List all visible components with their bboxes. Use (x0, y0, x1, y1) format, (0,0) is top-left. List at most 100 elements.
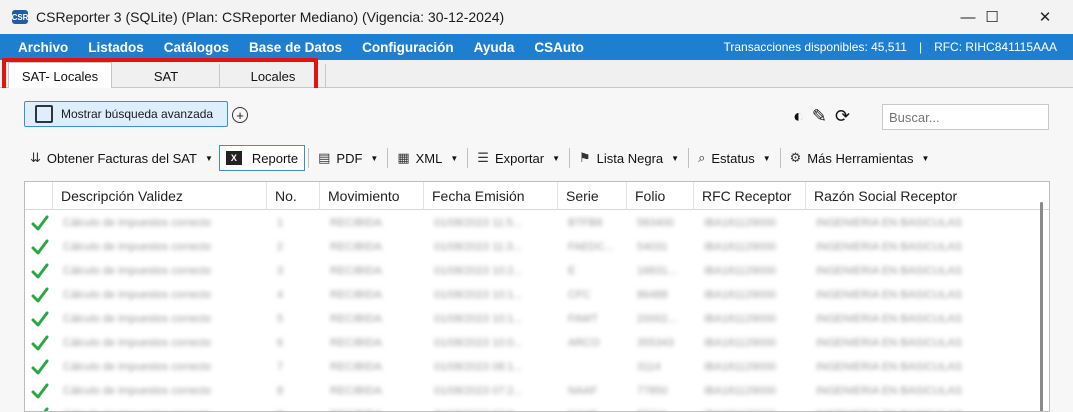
cell-rfc: IBA181129000 (704, 361, 776, 373)
cell-fecha: 01/08/2023 11:5... (434, 217, 522, 229)
cell-desc: Cálculo de impuestos correcto (63, 385, 211, 397)
mas-label: Más Herramientas (807, 150, 914, 166)
view-tools: ◐ ✎ ⟳ (793, 104, 850, 128)
cell-rfc: IBA181129000 (704, 313, 776, 325)
cell-mov: RECIBIDA (330, 241, 382, 253)
advanced-search-button[interactable]: Mostrar búsqueda avanzada (24, 101, 228, 127)
toolbar: ⇊ Obtener Facturas del SAT ▼ X Reporte ▤… (24, 144, 935, 172)
chevron-down-icon: ▼ (450, 153, 459, 163)
header-rfc-receptor[interactable]: RFC Receptor (694, 182, 806, 210)
cell-folio: 77850 (637, 385, 668, 397)
cell-mov: RECIBIDA (330, 289, 382, 301)
toolbar-divider (308, 148, 310, 168)
cell-razon: INGENIERIA EN BASICULAS (816, 217, 963, 229)
exportar-button[interactable]: ☰ Exportar ▼ (471, 145, 566, 171)
lista-negra-label: Lista Negra (596, 150, 664, 166)
cell-fecha: 01/08/2023 10:1... (434, 289, 523, 301)
table-row[interactable]: Cálculo de impuestos correcto 6 RECIBIDA 01… (25, 331, 1035, 355)
menu-base-de-datos[interactable]: Base de Datos (239, 40, 352, 55)
table-row[interactable]: Cálculo de impuestos correcto 4 RECIBIDA 01… (25, 283, 1035, 307)
cell-no: 3 (277, 265, 284, 277)
reporte-button[interactable]: X Reporte (218, 145, 306, 171)
search-panel-icon (35, 105, 53, 123)
refresh-icon[interactable]: ⟳ (835, 106, 850, 127)
close-icon[interactable]: ✕ (1022, 0, 1068, 34)
menu-csauto[interactable]: CSAuto (524, 40, 594, 55)
table-row[interactable]: Cálculo de impuestos correcto 2 RECIBIDA 01… (25, 235, 1035, 259)
cell-mov: RECIBIDA (330, 361, 382, 373)
xml-label: XML (415, 150, 443, 166)
clean-icon[interactable]: ✎ (812, 106, 827, 127)
cell-folio: 20002... (637, 313, 677, 325)
magnifier-icon: ⌕ (698, 150, 706, 165)
table-header: Descripción Validez No. Movimiento Fecha… (25, 182, 1049, 210)
cell-folio: 77211 (627, 403, 694, 411)
cell-serie: ARCO (568, 337, 600, 349)
cell-razon: INGENIERIA EN BASICULAS (816, 289, 963, 301)
header-no[interactable]: No. (267, 182, 320, 210)
table-row[interactable]: Cálculo de impuestos correcto 8 RECIBIDA 01… (25, 379, 1035, 403)
tab-strip: SAT- Locales SAT Locales (0, 60, 1073, 89)
cell-razon: INGENIERIA EN BASICULAS (806, 403, 1035, 411)
maximize-icon[interactable]: ☐ (969, 0, 1015, 34)
vertical-scrollbar[interactable] (1040, 202, 1043, 411)
cell-desc: Cálculo de impuestos correcto (63, 313, 211, 325)
header-folio[interactable]: Folio (627, 182, 694, 210)
table-row[interactable]: Cálculo de impuestos correcto 5 RECIBIDA 01… (25, 307, 1035, 331)
tab-sat[interactable]: SAT (113, 64, 220, 88)
toolbar-divider (569, 148, 571, 168)
cell-folio: 583400 (637, 217, 674, 229)
cell-serie: E (568, 265, 576, 277)
sat-download-icon: ⇊ (30, 150, 41, 165)
cell-desc: Cálculo de impuestos correcto (63, 337, 211, 349)
cell-desc: Cálculo de impuestos correcto (63, 265, 211, 277)
cell-razon: INGENIERIA EN BASICULAS (816, 313, 963, 325)
menu-configuracion[interactable]: Configuración (352, 40, 464, 55)
table-row[interactable]: Cálculo de impuestos correcto9RECIBIDA01… (25, 403, 1035, 411)
search-input[interactable] (882, 104, 1049, 130)
cell-desc: Cálculo de impuestos correcto (63, 289, 211, 301)
checkmark-icon (31, 311, 49, 327)
transactions-count: Transacciones disponibles: 45,511 (723, 40, 907, 54)
status-info: Transacciones disponibles: 45,511 | RFC:… (717, 34, 1063, 60)
table-row[interactable]: Cálculo de impuestos correcto 1 RECIBIDA 01… (25, 211, 1035, 235)
cell-folio: 86488 (637, 289, 668, 301)
estatus-button[interactable]: ⌕ Estatus ▼ (692, 145, 777, 171)
toolbar-divider (387, 148, 389, 168)
table-row[interactable]: Cálculo de impuestos correcto 7 RECIBIDA 01… (25, 355, 1035, 379)
tab-locales[interactable]: Locales (221, 64, 326, 88)
cell-mov: RECIBIDA (320, 403, 424, 411)
header-descripcion[interactable]: Descripción Validez (53, 182, 267, 210)
pdf-button[interactable]: ▤ PDF ▼ (312, 145, 384, 171)
cell-fecha: 01/08/2023 07:0... (424, 403, 558, 411)
menu-catalogos[interactable]: Catálogos (154, 40, 239, 55)
contrast-icon[interactable]: ◐ (793, 106, 804, 127)
chevron-down-icon: ▼ (921, 153, 930, 163)
header-razon-social[interactable]: Razón Social Receptor (806, 182, 1035, 210)
mas-herramientas-button[interactable]: ⚙ Más Herramientas ▼ (784, 145, 936, 171)
header-fecha[interactable]: Fecha Emisión (424, 182, 558, 210)
cell-razon: INGENIERIA EN BASICULAS (816, 241, 963, 253)
cell-rfc: IBA181129000 (694, 403, 806, 411)
cell-no: 2 (277, 241, 284, 253)
cell-desc: Cálculo de impuestos correcto (63, 361, 211, 373)
header-serie[interactable]: Serie (558, 182, 627, 210)
cell-fecha: 01/08/2023 10:1... (434, 313, 523, 325)
header-movimiento[interactable]: Movimiento (320, 182, 424, 210)
menu-listados[interactable]: Listados (78, 40, 154, 55)
rfc-label: RFC: RIHC841115AAA (934, 40, 1057, 54)
xml-button[interactable]: ▦ XML ▼ (391, 145, 464, 171)
menu-ayuda[interactable]: Ayuda (464, 40, 525, 55)
reporte-label: Reporte (251, 150, 299, 166)
add-circle-icon[interactable]: + (232, 107, 248, 123)
cell-serie: FAEDC... (568, 241, 614, 253)
cell-fecha: 01/08/2023 10:0... (434, 337, 523, 349)
obtener-facturas-button[interactable]: ⇊ Obtener Facturas del SAT ▼ (24, 145, 219, 171)
menu-archivo[interactable]: Archivo (0, 40, 78, 55)
table-row[interactable]: Cálculo de impuestos correcto 3 RECIBIDA 01… (25, 259, 1035, 283)
checkmark-icon (31, 359, 49, 375)
advanced-search-label: Mostrar búsqueda avanzada (61, 107, 214, 121)
cell-mov: RECIBIDA (330, 265, 382, 277)
lista-negra-button[interactable]: ⚑ Lista Negra ▼ (573, 145, 685, 171)
tab-sat-locales[interactable]: SAT- Locales (8, 62, 112, 89)
